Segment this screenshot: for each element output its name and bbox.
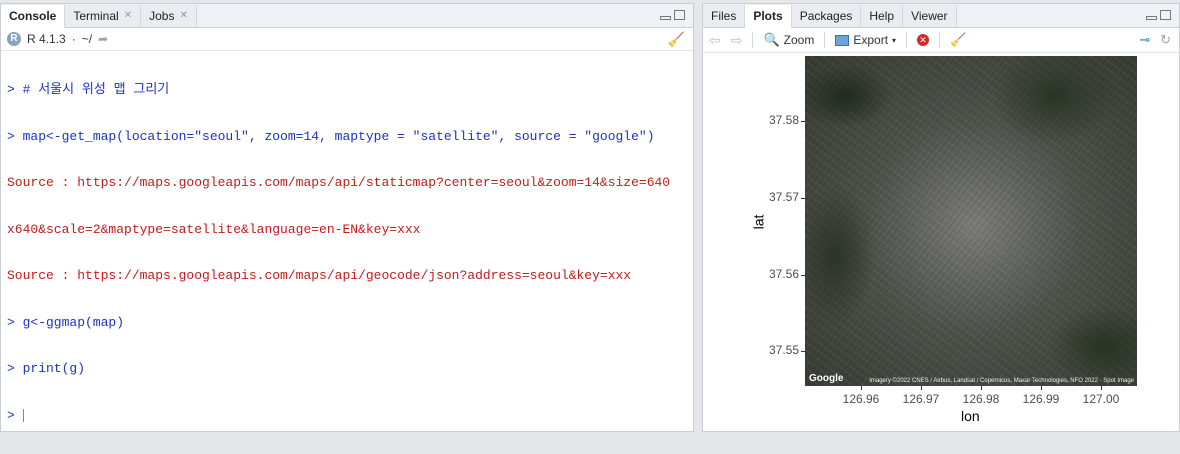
maximize-icon[interactable] (1160, 10, 1171, 20)
divider (939, 32, 941, 48)
console-line: Source : https://maps.googleapis.com/map… (7, 268, 632, 283)
refresh-icon[interactable]: ↻ (1160, 32, 1171, 48)
console-tabbar: Console Terminal ✕ Jobs ✕ (1, 4, 693, 28)
x-tick-label: 126.96 (842, 392, 880, 406)
x-tick-label: 126.99 (1022, 392, 1060, 406)
x-tick-mark (1101, 386, 1102, 390)
x-tick-mark (921, 386, 922, 390)
tab-label: Terminal (73, 9, 119, 23)
export-button[interactable]: Export ▾ (835, 33, 896, 47)
working-directory[interactable]: ~/ (82, 32, 92, 46)
x-axis-title: lon (961, 408, 980, 424)
close-icon[interactable]: ✕ (179, 5, 187, 27)
close-icon[interactable]: ✕ (124, 5, 132, 27)
tab-packages[interactable]: Packages (791, 5, 862, 27)
y-tick-label: 37.58 (768, 113, 799, 127)
y-tick-mark (801, 121, 805, 122)
y-tick-mark (801, 275, 805, 276)
tab-jobs[interactable]: Jobs ✕ (141, 5, 197, 27)
toolbar-right: ⊸ ↻ (1139, 32, 1171, 48)
y-tick-label: 37.56 (768, 267, 799, 281)
divider (752, 32, 754, 48)
x-tick-mark (981, 386, 982, 390)
plot-area: Google Imagery ©2022 CNES / Airbus, Land… (703, 52, 1179, 430)
y-tick-mark (801, 351, 805, 352)
console-output[interactable]: > # 서울시 위성 맵 그리기 > map<-get_map(location… (1, 51, 693, 454)
x-tick-mark (1041, 386, 1042, 390)
tab-plots[interactable]: Plots (745, 5, 792, 28)
tab-label: Jobs (149, 9, 175, 23)
r-logo-icon: R (7, 32, 21, 46)
clear-console-icon[interactable]: 🧹 (668, 31, 685, 48)
google-watermark: Google (809, 373, 844, 384)
tab-files[interactable]: Files (703, 5, 746, 27)
back-arrow-icon[interactable]: ⇦ (709, 32, 721, 49)
console-status-bar: R R 4.1.3 · ~/ ➦ 🧹 (1, 28, 693, 51)
plots-toolbar: ⇦ ⇨ 🔍 Zoom Export ▾ ✕ 🧹 ⊸ ↻ (703, 28, 1179, 53)
maximize-icon[interactable] (674, 10, 685, 20)
y-tick-label: 37.55 (768, 343, 799, 357)
separator: · (71, 32, 76, 46)
minimize-icon[interactable] (660, 16, 671, 20)
plots-pane: Files Plots Packages Help Viewer ⇦ ⇨ 🔍 Z… (702, 3, 1180, 432)
console-line: x640&scale=2&maptype=satellite&language=… (7, 221, 421, 237)
divider (906, 32, 908, 48)
divider (824, 32, 826, 48)
y-tick-label: 37.57 (768, 190, 799, 204)
minimize-icon[interactable] (1146, 16, 1157, 20)
forward-arrow-icon[interactable]: ⇨ (731, 32, 743, 49)
satellite-map-image: Google Imagery ©2022 CNES / Airbus, Land… (805, 56, 1137, 386)
x-tick-label: 127.00 (1082, 392, 1120, 406)
clear-plots-icon[interactable]: 🧹 (950, 32, 966, 48)
window-controls (1146, 10, 1171, 20)
r-version: R 4.1.3 (27, 32, 66, 46)
tab-viewer[interactable]: Viewer (903, 5, 957, 27)
console-line: > map<-get_map(location="seoul", zoom=14… (7, 128, 655, 144)
x-tick-label: 126.97 (902, 392, 940, 406)
remove-plot-icon[interactable]: ✕ (917, 34, 930, 46)
tab-label: Console (9, 9, 57, 23)
tab-help[interactable]: Help (861, 5, 904, 27)
console-pane: Console Terminal ✕ Jobs ✕ R R 4.1.3 · ~/… (0, 3, 694, 432)
publish-icon[interactable]: ⊸ (1139, 32, 1150, 48)
x-tick-label: 126.98 (962, 392, 1000, 406)
console-line: > print(g) (7, 361, 86, 376)
tab-console[interactable]: Console (1, 5, 66, 28)
console-prompt[interactable]: > (7, 408, 693, 424)
x-tick-mark (861, 386, 862, 390)
chevron-down-icon: ▾ (892, 35, 897, 45)
console-line: Source : https://maps.googleapis.com/map… (7, 175, 671, 190)
window-controls (660, 10, 685, 20)
console-line: > # 서울시 위성 맵 그리기 (7, 82, 170, 97)
map-attribution: Imagery ©2022 CNES / Airbus, Landsat / C… (869, 378, 1134, 384)
console-line: > g<-ggmap(map) (7, 314, 125, 330)
zoom-button[interactable]: 🔍 Zoom (763, 32, 814, 48)
plots-tabbar: Files Plots Packages Help Viewer (703, 4, 1179, 28)
go-to-directory-icon[interactable]: ➦ (98, 32, 108, 46)
tab-terminal[interactable]: Terminal ✕ (65, 5, 142, 27)
magnifier-icon: 🔍 (763, 32, 780, 47)
export-icon (835, 34, 850, 46)
y-tick-mark (801, 198, 805, 199)
y-axis-title: lat (750, 214, 767, 230)
